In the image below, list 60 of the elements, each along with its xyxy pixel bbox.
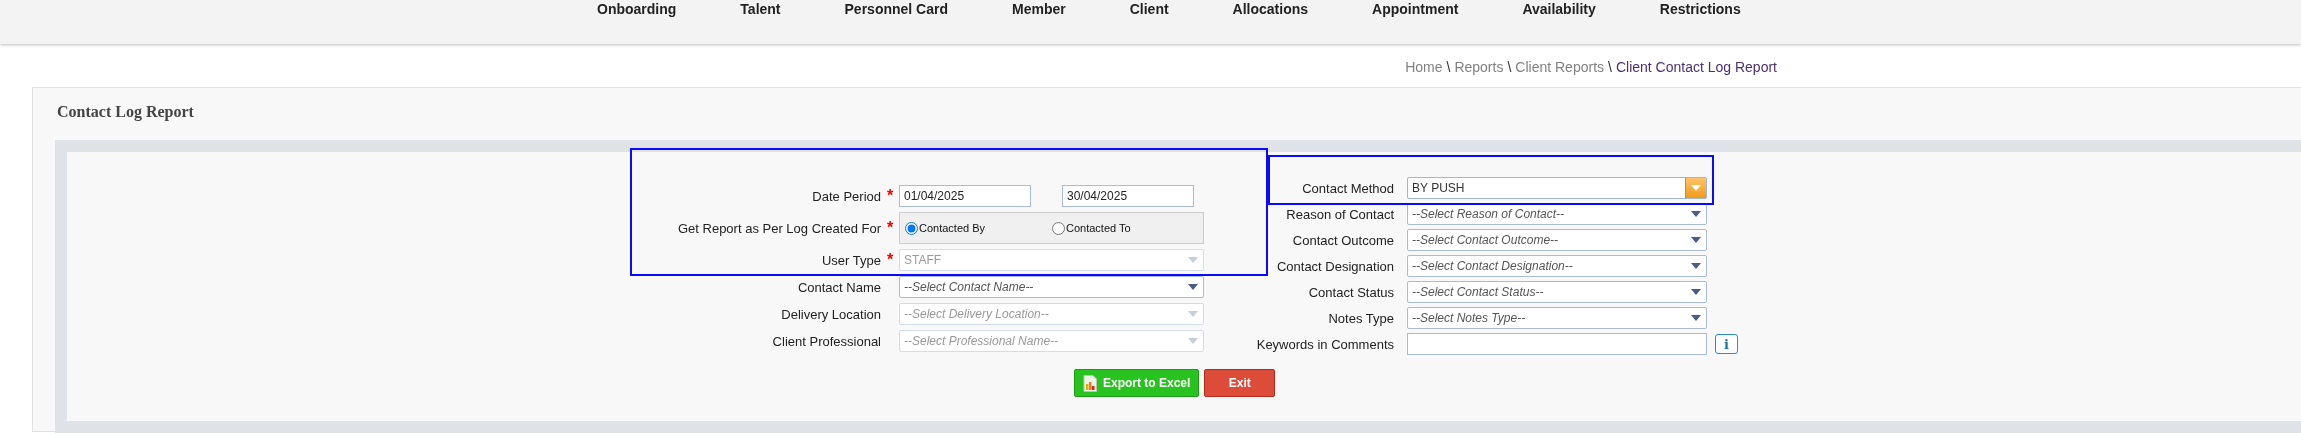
nav-link[interactable]: Restrictions: [1659, 0, 1741, 17]
field-label: Contact Status: [1307, 284, 1394, 300]
nav-link[interactable]: Talent: [740, 0, 781, 17]
chart-document-icon: [1083, 374, 1097, 392]
date-field[interactable]: 30/04/2025: [1062, 185, 1194, 207]
breadcrumb-separator: \: [1446, 59, 1451, 75]
radio-button[interactable]: [1052, 221, 1065, 235]
field-label: Reason of Contact: [1285, 206, 1394, 222]
field-label: Contact Method: [1301, 180, 1394, 196]
panel-title: Contact Log Report: [56, 102, 195, 123]
nav-link[interactable]: Onboarding: [597, 0, 677, 17]
select-field[interactable]: --Select Reason of Contact--: [1407, 203, 1707, 225]
breadcrumb-separator: \: [1608, 59, 1612, 75]
field-label: Notes Type: [1327, 310, 1394, 326]
exit-button[interactable]: Exit: [1204, 369, 1276, 397]
caret-icon: [1188, 284, 1198, 290]
field-label: Get Report as Per Log Created For: [676, 220, 881, 236]
breadcrumb-link[interactable]: Home: [1405, 59, 1443, 75]
field-label: Contact Outcome: [1291, 232, 1394, 248]
caret-icon: [1691, 289, 1701, 295]
caret-icon: [1691, 315, 1701, 321]
breadcrumb-current[interactable]: Client Contact Log Report: [1615, 59, 1777, 75]
breadcrumb-link[interactable]: Client Reports: [1515, 59, 1604, 75]
radio-label[interactable]: Contacted To: [1066, 222, 1131, 234]
nav-link[interactable]: Client: [1129, 0, 1169, 17]
field-label: Client Professional: [771, 333, 881, 349]
select-field[interactable]: --Select Notes Type--: [1407, 307, 1707, 329]
nav-link[interactable]: Allocations: [1232, 0, 1309, 17]
select-field[interactable]: --Select Contact Status--: [1407, 281, 1707, 303]
field-label: User Type: [821, 252, 881, 268]
breadcrumb-separator: \: [1507, 59, 1512, 75]
select-field[interactable]: --Select Contact Name--: [899, 276, 1204, 298]
nav-link[interactable]: Availability: [1522, 0, 1596, 17]
field-label: Delivery Location: [780, 306, 881, 322]
nav-link[interactable]: Personnel Card: [844, 0, 948, 17]
required-mark: *: [885, 219, 895, 237]
required-mark: *: [885, 187, 895, 205]
caret-icon: [1188, 311, 1198, 317]
caret-icon: [1691, 185, 1701, 191]
select-field[interactable]: --Select Contact Outcome--: [1407, 229, 1707, 251]
nav-link[interactable]: Appointment: [1372, 0, 1459, 17]
breadcrumb-link[interactable]: Reports: [1454, 59, 1504, 75]
radio-label[interactable]: Contacted By: [919, 222, 986, 234]
field-label: Contact Name: [796, 279, 881, 295]
caret-icon: [1188, 338, 1198, 344]
select-field[interactable]: BY PUSH: [1407, 177, 1707, 199]
caret-icon: [1691, 263, 1701, 269]
radio-button[interactable]: [905, 221, 918, 235]
date-field[interactable]: 01/04/2025: [899, 185, 1031, 207]
caret-icon: [1691, 211, 1701, 217]
keywords-field[interactable]: [1407, 333, 1707, 355]
nav-link[interactable]: Member: [1012, 0, 1066, 17]
field-label: Date Period: [811, 188, 881, 204]
caret-icon: [1691, 237, 1701, 243]
field-label: Keywords in Comments: [1255, 336, 1394, 352]
caret-icon: [1188, 257, 1198, 263]
required-mark: *: [885, 251, 895, 269]
select-field[interactable]: --Select Contact Designation--: [1407, 255, 1707, 277]
field-label: Contact Designation: [1275, 258, 1394, 274]
info-button[interactable]: i: [1715, 334, 1738, 354]
